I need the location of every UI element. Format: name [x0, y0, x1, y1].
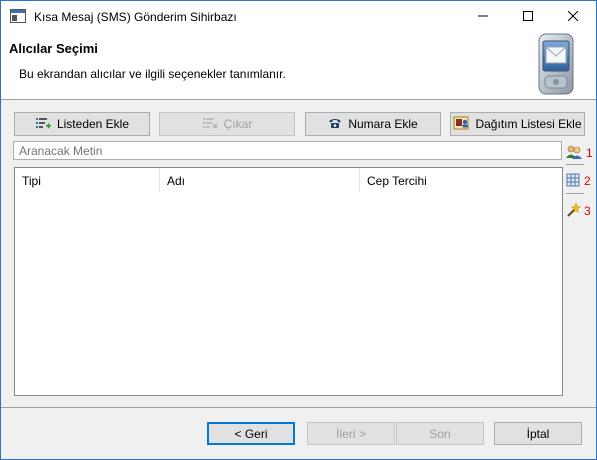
- side-tool-magic-wand[interactable]: 3: [565, 201, 595, 221]
- maximize-button[interactable]: [505, 1, 550, 32]
- distribution-list-icon: [453, 116, 469, 133]
- wizard-header: Alıcılar Seçimi Bu ekrandan alıcılar ve …: [1, 32, 596, 100]
- cancel-button[interactable]: İptal: [494, 422, 582, 445]
- add-from-list-button[interactable]: Listeden Ekle: [14, 112, 150, 136]
- page-title: Alıcılar Seçimi: [9, 41, 98, 56]
- list-remove-icon: [202, 116, 218, 133]
- magic-wand-icon: [565, 201, 582, 221]
- remove-label: Çıkar: [223, 117, 253, 131]
- column-header-name[interactable]: Adı: [160, 168, 360, 192]
- users-icon: [565, 144, 583, 163]
- search-input[interactable]: [13, 141, 562, 160]
- back-button[interactable]: < Geri: [207, 422, 295, 445]
- maximize-icon: [522, 10, 533, 24]
- close-button[interactable]: [550, 1, 595, 32]
- distribution-list-label: Dağıtım Listesi Ekle: [475, 117, 582, 131]
- app-window-icon: [10, 9, 26, 23]
- add-number-label: Numara Ekle: [348, 117, 418, 131]
- side-tool-divider: [566, 164, 584, 165]
- recipients-list[interactable]: Tipi Adı Cep Tercihi: [14, 167, 563, 396]
- pda-mail-icon: [525, 32, 587, 98]
- column-header-type[interactable]: Tipi: [15, 168, 160, 192]
- minimize-button[interactable]: [460, 1, 505, 32]
- side-tool-users[interactable]: 1: [565, 143, 595, 163]
- side-tool-divider: [566, 193, 584, 194]
- phone-icon: [328, 117, 342, 132]
- close-icon: [567, 10, 578, 24]
- bottom-separator: [1, 407, 596, 408]
- page-description: Bu ekrandan alıcılar ve ilgili seçenekle…: [19, 67, 286, 81]
- grid-icon: [565, 172, 581, 191]
- side-tool-grid[interactable]: 2: [565, 171, 595, 191]
- minimize-icon: [477, 10, 488, 24]
- column-header-mobile-preference[interactable]: Cep Tercihi: [360, 168, 560, 192]
- side-tool-number-1: 1: [586, 146, 593, 160]
- next-button[interactable]: İleri >: [307, 422, 395, 445]
- add-number-button[interactable]: Numara Ekle: [305, 112, 441, 136]
- add-distribution-list-button[interactable]: Dağıtım Listesi Ekle: [450, 112, 585, 136]
- finish-button[interactable]: Son: [396, 422, 484, 445]
- list-add-icon: [35, 116, 51, 133]
- remove-button[interactable]: Çıkar: [159, 112, 295, 136]
- add-from-list-label: Listeden Ekle: [56, 117, 130, 131]
- title-bar: Kısa Mesaj (SMS) Gönderim Sihirbazı: [1, 1, 596, 32]
- side-tool-number-2: 2: [584, 174, 591, 188]
- wizard-window: Kısa Mesaj (SMS) Gönderim Sihirbazı Alıc…: [0, 0, 597, 460]
- window-title: Kısa Mesaj (SMS) Gönderim Sihirbazı: [34, 10, 237, 24]
- side-tool-number-3: 3: [584, 204, 591, 218]
